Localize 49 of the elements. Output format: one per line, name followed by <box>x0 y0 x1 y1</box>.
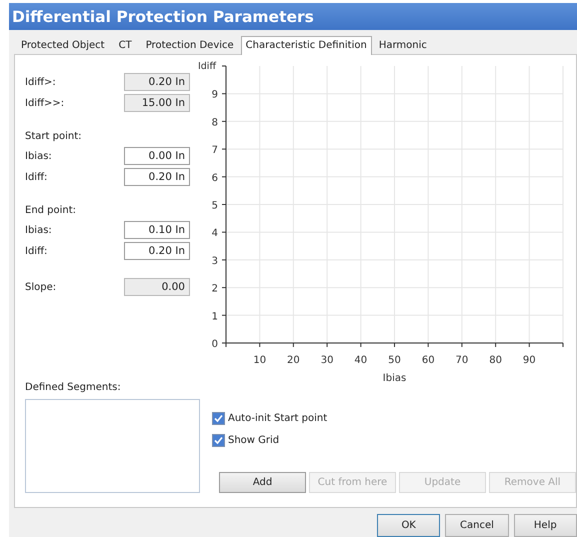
checkbox-label: Auto-init Start point <box>228 412 328 424</box>
tick-label: 3 <box>212 256 218 267</box>
checkbox-label: Show Grid <box>228 434 280 446</box>
input-field[interactable]: 0.10 In <box>124 221 190 239</box>
tick-label: 7 <box>212 145 218 156</box>
tick-label: 40 <box>354 355 368 366</box>
tab[interactable]: Protected Object <box>14 37 112 54</box>
dialog-button[interactable]: Cancel <box>445 514 509 537</box>
field-label: Idiff>: <box>25 76 56 88</box>
tick-label: 30 <box>320 355 334 366</box>
tab[interactable]: CT <box>112 37 139 54</box>
tick-label: 6 <box>212 172 218 184</box>
tick-label: 4 <box>212 228 218 240</box>
tick-label: 8 <box>212 117 218 128</box>
dialog-button[interactable]: Help <box>514 514 577 537</box>
tab[interactable]: Protection Device <box>138 37 241 54</box>
dialog-button[interactable]: OK <box>377 514 440 537</box>
checkbox[interactable] <box>212 434 225 446</box>
tick-label: 60 <box>422 355 435 366</box>
axis-title: Idiff <box>198 61 216 72</box>
tick-label: 1 <box>212 311 218 322</box>
tick-label: 20 <box>287 355 300 366</box>
input-field[interactable]: 0.20 In <box>124 242 190 260</box>
section-heading: Start point: <box>25 130 82 144</box>
input-field[interactable]: 0.20 In <box>124 168 190 186</box>
field-label: Idiff: <box>25 172 48 182</box>
tick-label: 5 <box>212 200 218 212</box>
checkbox[interactable] <box>212 412 225 424</box>
section-heading: End point: <box>25 204 78 218</box>
segment-button[interactable]: Add <box>219 472 306 493</box>
field-label: Idiff: <box>25 246 48 256</box>
tick-label: 2 <box>212 284 218 295</box>
window-title: Differential Protection Parameters <box>12 8 314 26</box>
axis-title: Ibias <box>382 373 406 384</box>
tick-label: 10 <box>253 355 266 366</box>
tick-label: 90 <box>522 355 536 366</box>
tab[interactable]: Harmonic <box>372 37 434 54</box>
tab[interactable]: Characteristic Definition <box>240 36 372 55</box>
tick-label: 0 <box>212 339 218 350</box>
list-label: Defined Segments: <box>25 382 122 393</box>
field-label: Ibias: <box>25 150 52 162</box>
tick-label: 50 <box>388 355 401 366</box>
field-label: Ibias: <box>25 224 52 236</box>
input-field[interactable]: 0.00 In <box>124 147 190 165</box>
field-label: Slope: <box>25 282 56 292</box>
field-label: Idiff>>: <box>25 98 64 108</box>
tick-label: 70 <box>456 355 468 366</box>
tick-label: 9 <box>212 90 218 101</box>
tick-label: 80 <box>489 355 502 366</box>
